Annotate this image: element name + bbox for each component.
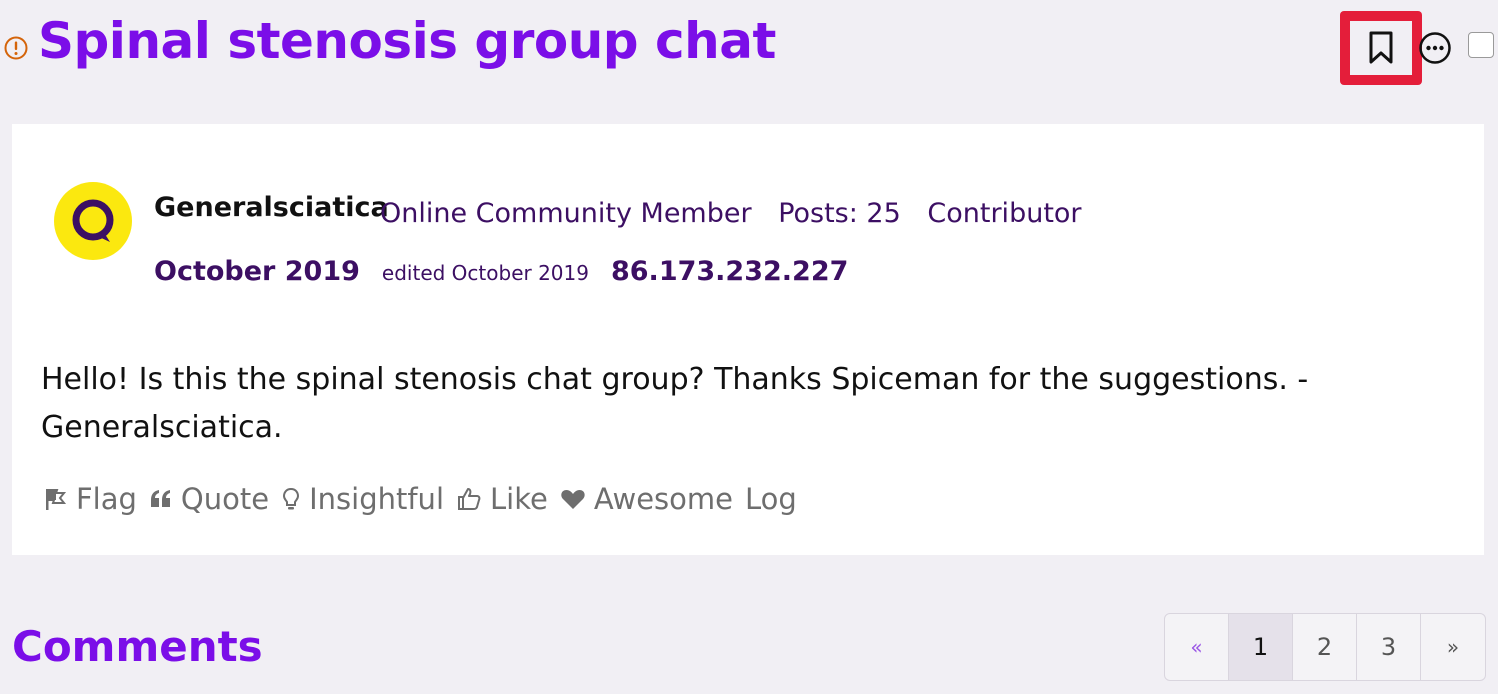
log-button[interactable]: Log bbox=[745, 482, 797, 516]
insightful-button[interactable]: Insightful bbox=[281, 482, 444, 516]
awesome-label: Awesome bbox=[593, 482, 733, 516]
like-label: Like bbox=[490, 482, 548, 516]
ellipsis-circle-icon[interactable] bbox=[1418, 31, 1452, 65]
lightbulb-icon bbox=[283, 487, 300, 510]
pager-next[interactable]: » bbox=[1421, 614, 1485, 680]
heart-icon bbox=[561, 490, 585, 509]
author-meta: Online Community Member Posts: 25 Contri… bbox=[380, 198, 1100, 229]
pager-page-2[interactable]: 2 bbox=[1293, 614, 1357, 680]
bookmark-icon bbox=[1369, 31, 1393, 64]
discussion-page: Spinal stenosis group chat Generalsciati… bbox=[0, 0, 1498, 694]
flag-icon bbox=[46, 489, 67, 510]
post-card: Generalsciatica Online Community Member … bbox=[12, 124, 1484, 555]
log-label: Log bbox=[745, 482, 797, 516]
comments-heading: Comments bbox=[12, 622, 263, 671]
pager-page-3[interactable]: 3 bbox=[1357, 614, 1421, 680]
ip-address[interactable]: 86.173.232.227 bbox=[611, 256, 848, 287]
quote-icon bbox=[150, 490, 170, 507]
quote-button[interactable]: Quote bbox=[149, 482, 269, 516]
pager-previous[interactable]: « bbox=[1165, 614, 1229, 680]
pager-page-1[interactable]: 1 bbox=[1229, 614, 1293, 680]
flag-label: Flag bbox=[76, 482, 137, 516]
author-name[interactable]: Generalsciatica bbox=[154, 192, 389, 223]
flag-button[interactable]: Flag bbox=[44, 482, 137, 516]
pagination: « 1 2 3 » bbox=[1164, 613, 1486, 681]
like-button[interactable]: Like bbox=[456, 482, 548, 516]
quote-label: Quote bbox=[180, 482, 270, 516]
author-post-count: Posts: 25 bbox=[778, 198, 901, 229]
edited-note: edited October 2019 bbox=[381, 261, 589, 285]
insightful-label: Insightful bbox=[309, 482, 444, 516]
page-title: Spinal stenosis group chat bbox=[38, 12, 776, 70]
post-date[interactable]: October 2019 bbox=[154, 256, 360, 287]
speech-bubble-avatar-icon[interactable] bbox=[54, 182, 132, 260]
author-rank: Contributor bbox=[927, 198, 1082, 229]
bookmark-button[interactable] bbox=[1340, 11, 1422, 85]
exclamation-circle-icon bbox=[4, 36, 28, 60]
post-meta: October 2019 edited October 2019 86.173.… bbox=[154, 256, 848, 287]
author-role: Online Community Member bbox=[380, 198, 752, 229]
post-body: Hello! Is this the spinal stenosis chat … bbox=[41, 362, 1309, 445]
select-discussion-checkbox[interactable] bbox=[1468, 32, 1494, 58]
thumbs-up-icon bbox=[458, 488, 481, 510]
reaction-bar: Flag Quote Insightful Like Awesome Log bbox=[44, 482, 809, 516]
awesome-button[interactable]: Awesome bbox=[560, 482, 733, 516]
bookmark-button-inner[interactable] bbox=[1350, 21, 1412, 75]
